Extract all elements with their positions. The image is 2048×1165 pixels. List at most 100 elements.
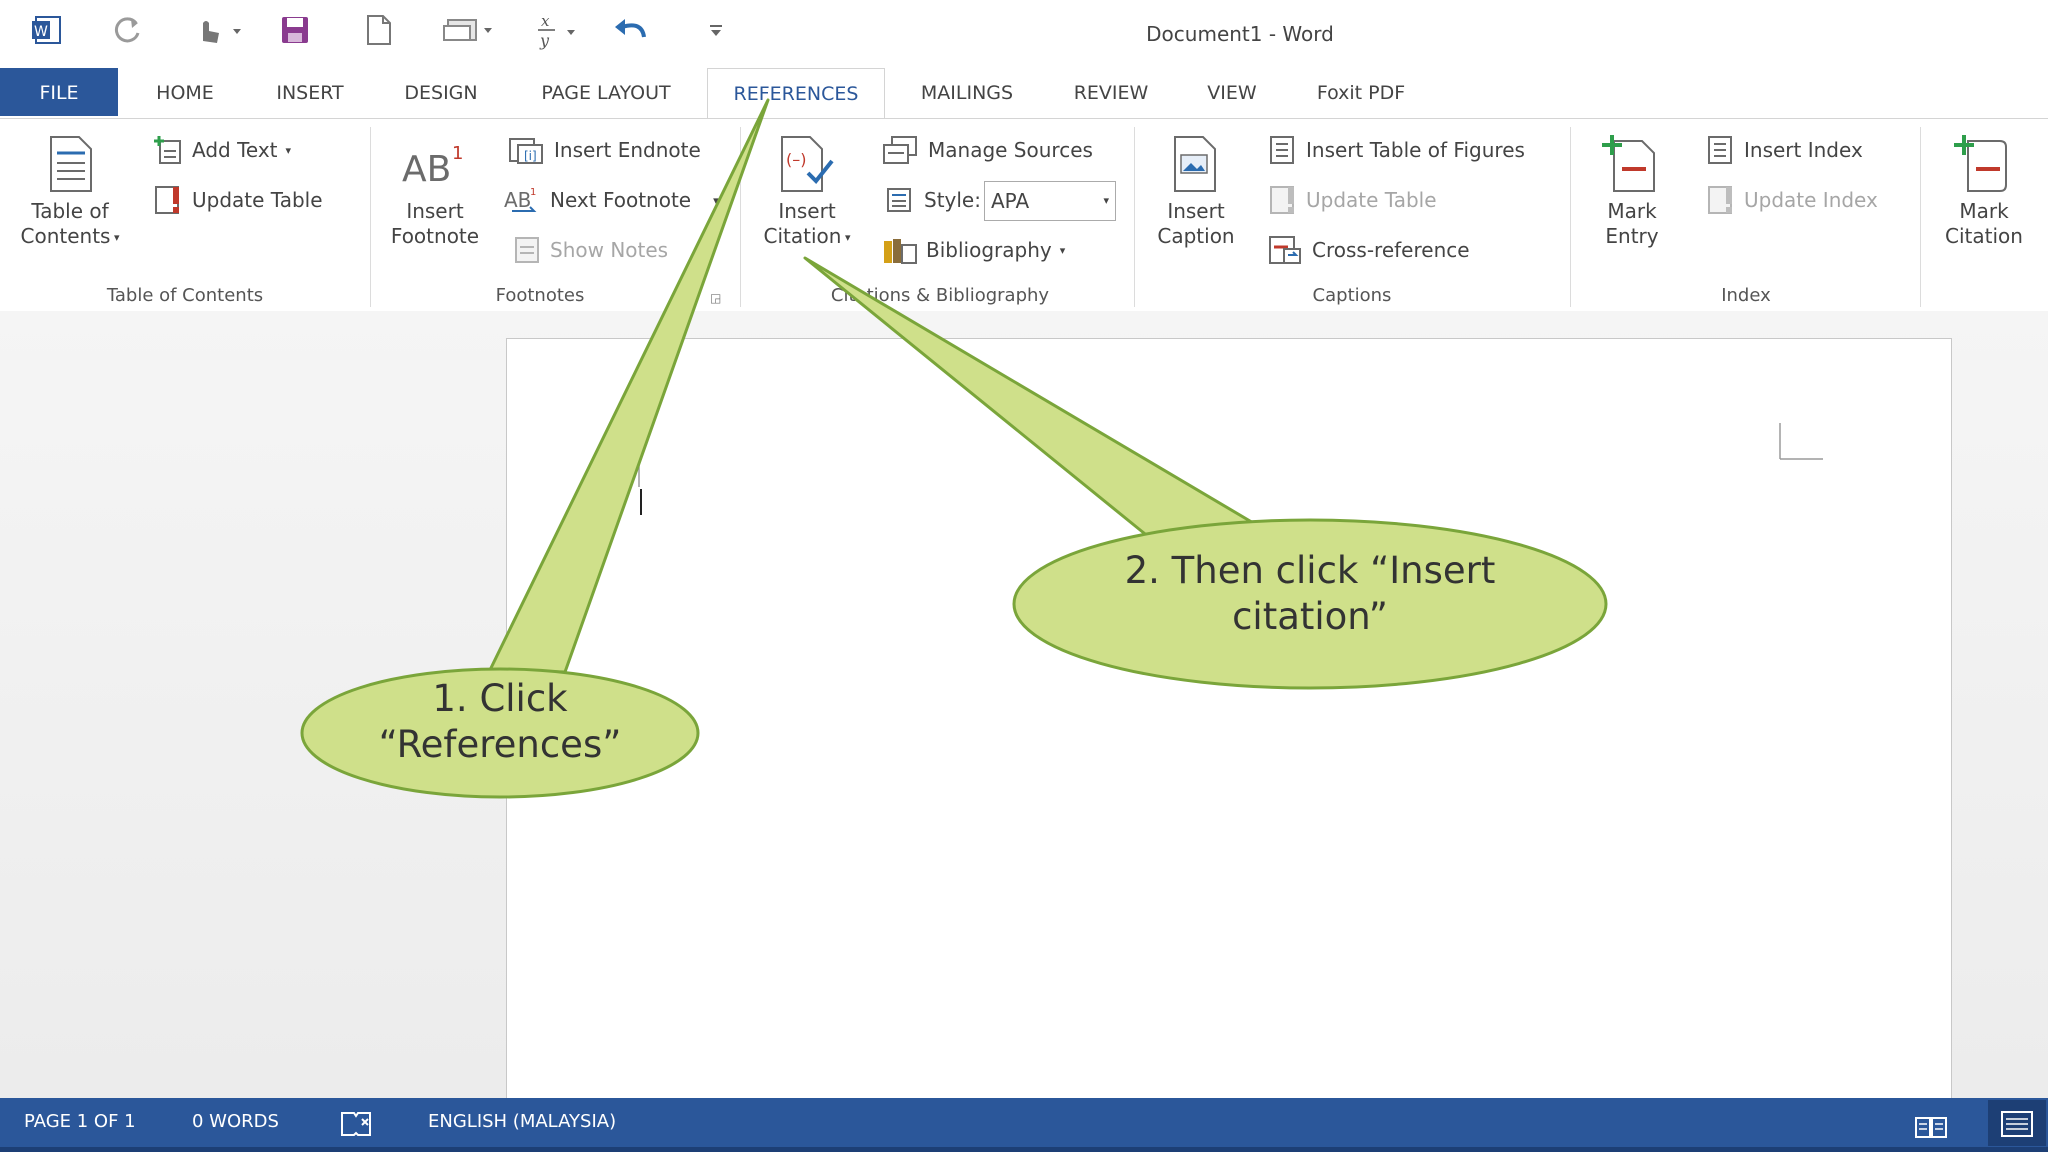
mark-entry-icon	[1602, 135, 1655, 192]
callout-references-line-2: “References”	[378, 723, 622, 766]
group-divider	[1570, 127, 1571, 307]
mark-entry-label-2: Entry	[1605, 224, 1659, 248]
table-of-contents-label-2: Contents	[20, 224, 111, 248]
svg-text:W: W	[34, 24, 48, 40]
update-toc-button[interactable]: Update Table	[152, 185, 323, 215]
tab-foxit-pdf[interactable]: Foxit PDF	[1305, 68, 1417, 116]
tab-home[interactable]: HOME	[140, 68, 230, 116]
manage-sources-button[interactable]: Manage Sources	[882, 135, 1093, 165]
add-text-button[interactable]: Add Text ▾	[152, 135, 291, 165]
tab-insert[interactable]: INSERT	[262, 68, 358, 116]
tab-view[interactable]: VIEW	[1196, 68, 1268, 116]
redo-icon[interactable]	[110, 12, 144, 48]
table-of-contents-button[interactable]: Table of Contents ▾	[8, 135, 132, 250]
tab-references[interactable]: REFERENCES	[707, 68, 885, 119]
insert-index-icon	[1708, 136, 1732, 164]
page-margin-marks	[597, 423, 1823, 515]
group-label-index: Index	[1721, 285, 1771, 306]
update-index-icon	[1708, 186, 1732, 214]
next-footnote-button[interactable]: AB 1 Next Footnote ▾	[504, 185, 719, 215]
title-bar: W xy Document1 - Word	[0, 0, 2048, 66]
add-text-label: Add Text	[192, 138, 278, 162]
style-label: Style:	[924, 188, 981, 212]
manage-sources-icon	[883, 136, 917, 164]
show-notes-button[interactable]: Show Notes	[512, 235, 668, 265]
cross-reference-button[interactable]: Cross-reference	[1268, 235, 1470, 265]
insert-footnote-label-1: Insert	[406, 199, 464, 223]
chevron-down-icon: ▾	[841, 231, 851, 244]
status-strip	[0, 1147, 2048, 1152]
svg-text:1: 1	[530, 187, 536, 198]
chevron-down-icon[interactable]: ▾	[713, 194, 719, 207]
insert-citation-label-1: Insert	[778, 199, 836, 223]
document-title: Document1 - Word	[1146, 22, 1334, 46]
next-footnote-icon: AB1	[504, 187, 537, 212]
insert-index-button[interactable]: Insert Index	[1706, 135, 1863, 165]
mark-citation-button[interactable]: Mark Citation	[1934, 135, 2034, 249]
equation-icon[interactable]: xy	[535, 12, 581, 50]
status-bar: PAGE 1 OF 1 0 WORDS ENGLISH (MALAYSIA)	[0, 1098, 2048, 1152]
tab-file[interactable]: FILE	[0, 68, 118, 116]
undo-icon[interactable]	[612, 12, 648, 48]
callout-insert-citation-line-1: 2. Then click “Insert	[1124, 549, 1496, 592]
group-divider	[740, 127, 741, 307]
update-table-figures-button[interactable]: Update Table	[1268, 185, 1437, 215]
customize-toolbar-icon[interactable]	[708, 12, 724, 48]
svg-text:x: x	[541, 12, 550, 30]
insert-caption-label-1: Insert	[1167, 199, 1225, 223]
save-icon[interactable]	[280, 12, 310, 48]
svg-text:(–): (–)	[786, 150, 806, 169]
tab-review[interactable]: REVIEW	[1060, 68, 1162, 116]
style-label-group: Style:	[886, 185, 981, 215]
dialog-launcher-icon[interactable]: ◲	[710, 291, 721, 305]
insert-caption-icon	[1174, 136, 1216, 192]
document-area[interactable]	[0, 311, 2048, 1120]
page-count[interactable]: PAGE 1 OF 1	[24, 1098, 136, 1146]
mark-citation-label-2: Citation	[1945, 224, 2023, 248]
group-divider	[1920, 127, 1921, 307]
next-footnote-label: Next Footnote	[550, 188, 692, 212]
insert-citation-button[interactable]: (–) Insert Citation ▾	[752, 135, 862, 250]
chevron-down-icon: ▾	[110, 231, 120, 244]
bibliography-label: Bibliography	[926, 238, 1052, 262]
insert-footnote-label-2: Footnote	[390, 224, 480, 248]
touch-mode-icon[interactable]	[195, 12, 243, 48]
group-label-footnotes: Footnotes	[495, 285, 585, 306]
update-index-button[interactable]: Update Index	[1706, 185, 1878, 215]
callout-insert-citation-line-2: citation”	[1232, 595, 1388, 638]
insert-footnote-button[interactable]: AB 1 Insert Footnote	[384, 141, 486, 249]
ribbon: Table of Contents ▾ Add Text ▾ Update Tab…	[0, 118, 2048, 312]
update-table-icon	[1270, 186, 1294, 214]
group-label-citations: Citations & Bibliography	[830, 285, 1050, 306]
cross-reference-icon	[1269, 236, 1301, 264]
insert-table-of-figures-button[interactable]: Insert Table of Figures	[1268, 135, 1525, 165]
group-label-captions: Captions	[1312, 285, 1392, 306]
show-notes-icon	[515, 237, 539, 263]
tab-mailings[interactable]: MAILINGS	[905, 68, 1029, 116]
print-layout-icon[interactable]	[1988, 1100, 2046, 1146]
insert-caption-button[interactable]: Insert Caption	[1146, 135, 1246, 249]
style-icon	[887, 188, 911, 212]
callout-insert-citation-text: 2. Then click “Insert citation”	[1060, 548, 1560, 640]
word-count[interactable]: 0 WORDS	[192, 1098, 279, 1146]
update-index-label: Update Index	[1744, 188, 1878, 212]
print-preview-icon[interactable]	[442, 12, 494, 48]
insert-citation-icon: (–)	[781, 136, 834, 192]
tab-design[interactable]: DESIGN	[393, 68, 489, 116]
document-page[interactable]	[506, 338, 1952, 1120]
cross-reference-label: Cross-reference	[1312, 238, 1470, 262]
tab-page-layout[interactable]: PAGE LAYOUT	[525, 68, 687, 116]
bibliography-button[interactable]: Bibliography ▾	[882, 235, 1065, 265]
svg-text:AB: AB	[402, 149, 451, 190]
chevron-down-icon: ▾	[1059, 243, 1066, 257]
insert-endnote-button[interactable]: [i] Insert Endnote	[508, 135, 701, 165]
word-app-icon[interactable]: W	[30, 12, 62, 48]
chevron-down-icon[interactable]: ▾	[1103, 182, 1109, 220]
mark-entry-button[interactable]: Mark Entry	[1584, 135, 1680, 249]
ribbon-tabs: FILE HOME INSERT DESIGN PAGE LAYOUT REFE…	[0, 68, 2048, 119]
citation-style-select[interactable]: APA ▾	[984, 181, 1116, 221]
update-table-icon	[155, 186, 179, 214]
update-table-figures-label: Update Table	[1306, 188, 1437, 212]
language-indicator[interactable]: ENGLISH (MALAYSIA)	[428, 1098, 616, 1146]
new-document-icon[interactable]	[365, 12, 393, 48]
